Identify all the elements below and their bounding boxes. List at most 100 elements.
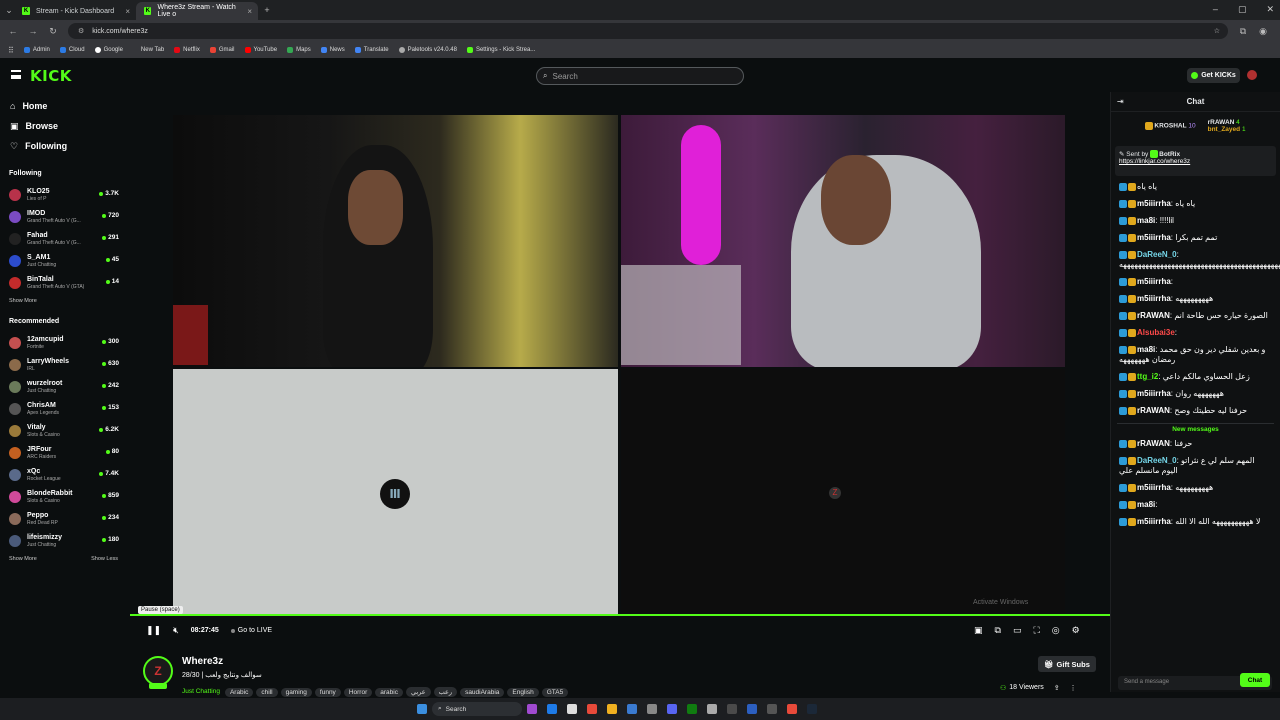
tag-chip[interactable]: GTA5 — [541, 688, 569, 697]
channel-item[interactable]: Fahad Grand Theft Auto V (G... 291 — [0, 228, 130, 250]
chat-username[interactable]: ma8i — [1137, 345, 1155, 354]
chat-username[interactable]: rRAWAN — [1137, 311, 1170, 320]
extensions-icon[interactable]: ⧉ — [1238, 26, 1248, 37]
nav-home[interactable]: ⌂ Home — [0, 96, 130, 116]
tag-chip[interactable]: funny — [314, 688, 341, 697]
tag-chip[interactable]: عربي — [405, 687, 431, 697]
channel-item[interactable]: KLO25 Lies of P 3.7K — [0, 184, 130, 206]
new-tab-icon[interactable]: + — [262, 5, 272, 15]
close-tab-icon[interactable]: × — [125, 7, 130, 16]
chat-username[interactable]: m5iiirrha — [1137, 294, 1171, 303]
chat-username[interactable]: DaReeN_0 — [1137, 456, 1177, 465]
bookmark-item[interactable]: Cloud — [59, 47, 85, 53]
app-icon[interactable] — [707, 704, 717, 714]
bookmark-item[interactable]: Maps — [287, 47, 311, 53]
steam-icon[interactable] — [807, 704, 817, 714]
reload-icon[interactable]: ↻ — [48, 26, 58, 37]
tag-chip[interactable]: gaming — [280, 688, 312, 697]
category-link[interactable]: Just Chatting — [182, 688, 220, 695]
channel-item[interactable]: S_AM1 Just Chatting 45 — [0, 250, 130, 272]
back-icon[interactable]: ← — [8, 26, 18, 36]
channel-item[interactable]: 12amcupid Fortnite 300 — [0, 332, 130, 354]
chat-username[interactable]: m5iiirrha — [1137, 517, 1171, 526]
site-info-icon[interactable]: ⚙ — [78, 27, 84, 35]
close-tab-icon[interactable]: × — [247, 7, 252, 16]
chat-username[interactable]: ma8i — [1137, 500, 1155, 509]
bookmark-item[interactable]: Translate — [354, 47, 389, 53]
chat-username[interactable]: ma8i — [1137, 216, 1155, 225]
chat-username[interactable]: rRAWAN — [1137, 439, 1170, 448]
tag-chip[interactable]: Horror — [343, 688, 373, 697]
bookmark-item[interactable]: Admin — [23, 47, 50, 53]
user-avatar[interactable] — [1247, 70, 1257, 80]
chat-username[interactable]: m5iiirrha — [1137, 199, 1171, 208]
xbox-icon[interactable] — [687, 704, 697, 714]
discord-icon[interactable] — [667, 704, 677, 714]
start-icon[interactable] — [417, 704, 427, 714]
progress-bar[interactable] — [130, 614, 1110, 616]
taskbar-search[interactable]: ⌕ Search — [432, 702, 522, 716]
channel-item[interactable]: LarryWheels IRL 630 — [0, 354, 130, 376]
hamburger-menu-icon[interactable] — [11, 70, 21, 79]
chat-username[interactable]: DaReeN_0 — [1137, 250, 1177, 259]
url-field[interactable]: ⚙ kick.com/where3z ☆ — [68, 23, 1228, 39]
channel-item[interactable]: BinTalal Grand Theft Auto V (GTA) 14 — [0, 272, 130, 294]
close-window-icon[interactable]: ✕ — [1266, 4, 1274, 15]
channel-item[interactable]: wurzelroot Just Chatting 242 — [0, 376, 130, 398]
tag-chip[interactable]: English — [507, 688, 539, 697]
file-explorer-icon[interactable] — [607, 704, 617, 714]
pause-icon[interactable]: ❚❚ — [146, 625, 161, 636]
channel-item[interactable]: BlondeRabbit Slots & Casino 859 — [0, 486, 130, 508]
forward-icon[interactable]: → — [28, 26, 38, 36]
gift-subs-button[interactable]: 🎁︎ Gift Subs — [1038, 656, 1096, 672]
mute-icon[interactable]: 🔇︎ — [173, 625, 179, 636]
app-icon[interactable] — [727, 704, 737, 714]
bookmark-item[interactable]: News — [320, 47, 345, 53]
store-icon[interactable] — [567, 704, 577, 714]
get-kicks-button[interactable]: Get KICKs — [1187, 68, 1240, 83]
app-icon[interactable] — [747, 704, 757, 714]
tab-kick-dashboard[interactable]: K Stream - Kick Dashboard × — [14, 2, 136, 20]
maximize-icon[interactable]: ▢ — [1238, 4, 1247, 15]
kick-logo[interactable]: KICK — [30, 67, 72, 85]
chat-username[interactable]: m5iiirrha — [1137, 483, 1171, 492]
settings-gear-icon[interactable]: ⚙ — [1072, 625, 1080, 636]
tag-chip[interactable]: saudiArabia — [460, 688, 505, 697]
bookmark-item[interactable]: YouTube — [244, 47, 277, 53]
profile-icon[interactable]: ◉ — [1258, 26, 1268, 37]
bookmark-item[interactable]: Paletools v24.0.48 — [398, 47, 457, 53]
tag-chip[interactable]: chill — [256, 688, 278, 697]
bookmark-item[interactable]: Google — [94, 47, 123, 53]
bookmark-item[interactable]: Netflix — [174, 47, 200, 53]
more-options-icon[interactable]: ⋮ — [1070, 684, 1077, 692]
tag-chip[interactable]: رعب — [433, 687, 458, 697]
channel-item[interactable]: Vitaly Slots & Casino 6.2K — [0, 420, 130, 442]
bookmark-item[interactable]: Gmail — [209, 47, 235, 53]
fullscreen-icon[interactable]: ⛶ — [1033, 625, 1039, 636]
clip-icon[interactable]: ▣ — [974, 625, 983, 636]
share-icon[interactable]: ⇪ — [1054, 684, 1060, 692]
chrome-icon[interactable] — [787, 704, 797, 714]
nav-browse[interactable]: ▣ Browse — [0, 116, 130, 136]
quality-icon[interactable]: ◎ — [1052, 625, 1060, 636]
app-icon[interactable] — [627, 704, 637, 714]
tag-chip[interactable]: arabic — [375, 688, 403, 697]
show-more-recommended[interactable]: Show More — [9, 556, 37, 562]
channel-item[interactable]: xQc Rocket League 7.4K — [0, 464, 130, 486]
channel-item[interactable]: ChrisAM Apex Legends 153 — [0, 398, 130, 420]
theater-mode-icon[interactable]: ▭ — [1013, 625, 1022, 636]
channel-item[interactable]: Peppo Red Dead RP 234 — [0, 508, 130, 530]
chrome-icon[interactable] — [587, 704, 597, 714]
channel-name[interactable]: Where3z — [182, 656, 223, 667]
nav-following[interactable]: ♡ Following — [0, 136, 130, 156]
bookmark-star-icon[interactable]: ☆ — [1214, 27, 1220, 35]
copilot-icon[interactable] — [527, 704, 537, 714]
chat-username[interactable]: rRAWAN — [1137, 406, 1170, 415]
chat-username[interactable]: m5iiirrha — [1137, 277, 1171, 286]
collapse-chat-icon[interactable]: ⇥ — [1117, 97, 1124, 106]
pip-icon[interactable]: ⧉ — [995, 625, 1001, 636]
go-to-live-button[interactable]: Go to LIVE — [230, 627, 272, 634]
chat-username[interactable]: Alsubai3e — [1137, 328, 1175, 337]
bookmark-item[interactable]: New Tab — [141, 47, 164, 53]
channel-avatar[interactable]: Z — [143, 656, 173, 686]
